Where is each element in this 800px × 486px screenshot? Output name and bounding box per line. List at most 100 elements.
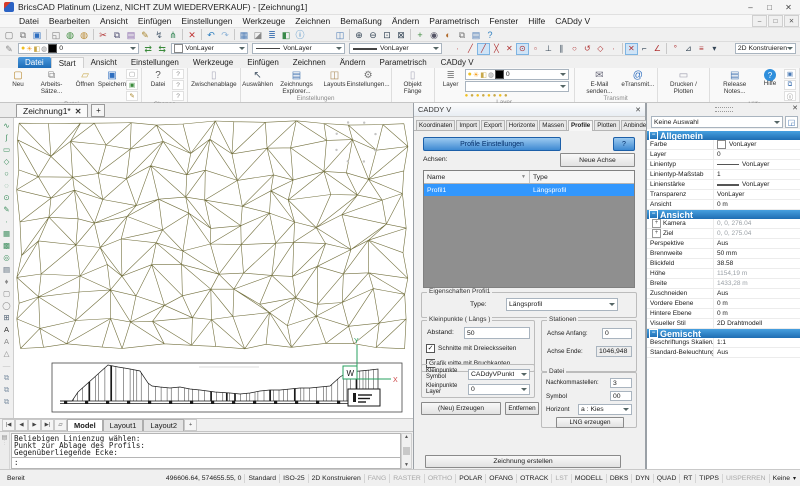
caddy-tab-export[interactable]: Export [481,120,505,130]
achse-anfang-input[interactable]: 0 [602,328,632,339]
shade-icon[interactable]: ◐ [441,29,455,41]
property-value[interactable]: Aus [713,239,800,248]
ribbon-button-e-mail-senden-[interactable]: ✉E-Mail senden... [578,69,621,95]
ribbon-button-layouts[interactable]: ◫Layouts [322,69,348,89]
layer-combo[interactable]: ● ☀ ◧ ◍ 0 [18,43,139,54]
snap-grid-icon[interactable]: ≡ [695,43,708,55]
chapoo-upload-icon[interactable]: ? [172,80,184,90]
linetype-combo[interactable]: VonLayer [252,43,345,54]
layout-nav-1[interactable]: ◀ [15,419,28,431]
scroll-thumb[interactable] [403,447,410,455]
property-value[interactable]: VonLayer [713,180,800,189]
spline-tool-icon[interactable]: ʃ [1,132,12,143]
import-file-icon[interactable]: ▣ [126,80,138,90]
lineweight-combo[interactable]: VonLayer [349,43,442,54]
achse-ende-input[interactable]: 1046,948 [596,346,632,357]
info-icon[interactable]: ⓘ [293,29,307,41]
properties-close-icon[interactable]: ✕ [792,104,798,112]
property-value[interactable]: VonLayer [713,140,800,149]
table-header-type[interactable]: Type [530,171,630,183]
properties-toggle-icon[interactable]: ◧ [279,29,293,41]
status-toggle-modell[interactable]: MODELL [572,475,606,482]
layer-tools-icon[interactable]: ✎ [2,43,16,55]
property-row-transparenz[interactable]: TransparenzVonLayer [647,190,800,200]
ribbon-button-objekt-fänge[interactable]: ▯Objekt Fänge [395,69,431,95]
property-row-blickfeld[interactable]: Blickfeld38.58 [647,259,800,269]
property-value[interactable]: 0 m [713,200,800,209]
menu-datei[interactable]: Datei [14,16,44,26]
layers-panel-icon[interactable]: ≣ [265,29,279,41]
property-value[interactable]: Aus [713,289,800,298]
ribbon-tab-ändern[interactable]: Ändern [333,57,373,68]
gradient-tool-icon[interactable]: ▩ [1,240,12,251]
layout-tab-layout2[interactable]: Layout2 [143,419,184,431]
neue-achse-button[interactable]: Neue Achse [560,153,635,167]
donut-tool-icon[interactable]: ⊙ [1,192,12,203]
ribbon-tab-caddy-v[interactable]: CADdy V [434,57,481,68]
ribbon-tab-parametrisch[interactable]: Parametrisch [373,57,434,68]
collapse-icon[interactable]: − [649,210,658,219]
status-toggle-otrack[interactable]: OTRACK [517,475,551,482]
property-row-breite[interactable]: Breite1433,28 m [647,279,800,289]
kleinpunkte-layer-combo[interactable]: 0 [468,384,530,395]
match-layer-icon[interactable]: ⇄ [141,43,155,55]
profile-settings-button[interactable]: Profile Einstellungen [423,137,561,151]
ribbon-button-auswählen[interactable]: ↖Auswählen [244,69,272,89]
chapoo-open-icon[interactable]: ? [172,69,184,79]
quick-select-icon[interactable]: ◲ [785,116,798,128]
property-row-beschriftungs-skalierung[interactable]: Beschriftungs Skalierung1:1 [647,338,800,348]
snap-segment-icon[interactable]: ╱ [464,43,477,55]
menu-bemaßung[interactable]: Bemaßung [335,16,387,26]
publish-web-icon[interactable]: ◍ [63,29,77,41]
menu-einstellungen[interactable]: Einstellungen [176,16,237,26]
zeichnung-erstellen-button[interactable]: Zeichnung erstellen [425,455,621,468]
circle2-tool-icon[interactable]: ◯ [1,300,12,311]
property-row-hintere-ebene[interactable]: Hintere Ebene0 m [647,309,800,319]
menu-caddy-v[interactable]: CADdy V [550,16,595,26]
publish-globe-icon[interactable]: ◍ [77,29,91,41]
ribbon-button-einstellungen-[interactable]: ⚙Einstellungen... [349,69,388,89]
property-row-zuschneiden[interactable]: ZuschneidenAus [647,289,800,299]
property-row-linientyp-maßstab[interactable]: Linientyp-Maßstab1 [647,170,800,180]
property-row-linienstärke[interactable]: LinienstärkeVonLayer [647,180,800,190]
layout-add-button[interactable]: + [184,419,197,431]
snap-node-icon[interactable]: ▫ [529,43,542,55]
menu-bearbeiten[interactable]: Bearbeiten [44,16,95,26]
status-toggle-quad[interactable]: QUAD [654,475,680,482]
table-row[interactable]: Profil1 Längsprofil [424,184,634,196]
symbol-input[interactable]: 00 [610,391,632,401]
property-row-brennweite[interactable]: Brennweite50 mm [647,249,800,259]
snap-off-icon[interactable]: ✕ [625,43,638,55]
property-value[interactable]: 38.58 [713,259,800,268]
delete-icon[interactable]: ✕ [185,29,199,41]
properties-section-allgemein[interactable]: −Allgemein [647,131,800,140]
menu-ändern[interactable]: Ändern [387,16,424,26]
collapse-icon[interactable]: − [649,329,658,338]
zoom-window-icon[interactable]: ⊡ [380,29,394,41]
selection-combo[interactable]: Keine Auswahl [651,116,783,128]
sheet-set-icon[interactable]: ⧉ [455,29,469,41]
format-brush-icon[interactable]: ✎ [126,91,138,101]
ribbon-button-arbeits-sätze-[interactable]: ⧉Arbeits-Sätze... [32,69,71,95]
lng-erzeugen-button[interactable]: LNG erzeugen [556,417,624,428]
redo-icon[interactable]: ↷ [218,29,232,41]
ribbon-button-speichern[interactable]: ▣Speichern [99,69,125,89]
kleinpunkte-symbol-combo[interactable]: CADdyVPunkt [468,369,530,380]
property-value[interactable]: 50 mm [713,249,800,258]
property-row-kamera[interactable]: +Kamera0, 0, 276.04 [647,219,800,229]
ribbon-tab-datei[interactable]: Datei [18,57,51,68]
menu-zeichnen[interactable]: Zeichnen [290,16,335,26]
ribbon-button-neu[interactable]: ▢Neu [5,69,31,89]
status-toggle-dbks[interactable]: DBKS [607,475,632,482]
caddy-tab-plotten[interactable]: Plotten [594,120,619,130]
layout-nav-0[interactable]: |◀ [2,419,15,431]
property-value[interactable]: 1:1 [713,338,800,347]
ribbon-button-layer[interactable]: ≣Layer [438,69,464,89]
reference-book-icon[interactable]: ▤ [469,29,483,41]
format-brush-icon[interactable]: ✎ [138,29,152,41]
snap-none-icon[interactable]: ✕ [503,43,516,55]
text-tool-icon[interactable]: A [1,324,12,335]
snap-parallel-icon[interactable]: ∥ [555,43,568,55]
property-value[interactable]: 1154,19 m [713,269,800,278]
save-icon[interactable]: ▣ [30,29,44,41]
